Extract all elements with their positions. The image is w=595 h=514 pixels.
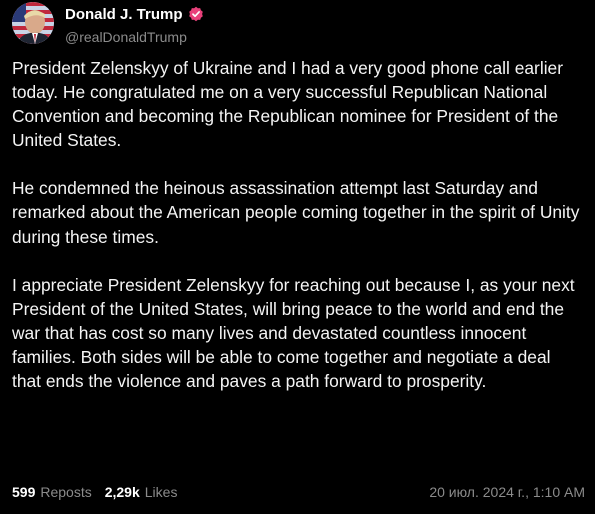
author-handle[interactable]: @realDonaldTrump — [65, 29, 204, 45]
post-header: Donald J. Trump @realDonaldTrump — [12, 2, 204, 45]
likes-stat[interactable]: 2,29k Likes — [105, 484, 178, 500]
reposts-stat[interactable]: 599 Reposts — [12, 484, 92, 500]
post-card: Donald J. Trump @realDonaldTrump Preside… — [0, 0, 595, 514]
post-paragraph: President Zelenskyy of Ukraine and I had… — [12, 58, 564, 151]
post-paragraph: I appreciate President Zelenskyy for rea… — [12, 274, 575, 392]
avatar[interactable] — [12, 2, 54, 44]
reposts-label: Reposts — [40, 484, 92, 500]
post-paragraph: He condemned the heinous assassination a… — [12, 178, 580, 247]
post-body: President Zelenskyy of Ukraine and I had… — [12, 56, 584, 393]
post-footer: 599 Reposts 2,29k Likes 20 июл. 2024 г.,… — [12, 482, 585, 502]
name-row: Donald J. Trump — [65, 4, 204, 24]
author-display-name[interactable]: Donald J. Trump — [65, 6, 183, 23]
avatar-image — [12, 2, 54, 44]
likes-label: Likes — [144, 484, 178, 500]
verified-badge-icon — [188, 6, 204, 22]
post-timestamp[interactable]: 20 июл. 2024 г., 1:10 AM — [429, 484, 585, 500]
author-info: Donald J. Trump @realDonaldTrump — [65, 4, 204, 45]
reposts-count: 599 — [12, 484, 36, 500]
likes-count: 2,29k — [104, 484, 140, 500]
